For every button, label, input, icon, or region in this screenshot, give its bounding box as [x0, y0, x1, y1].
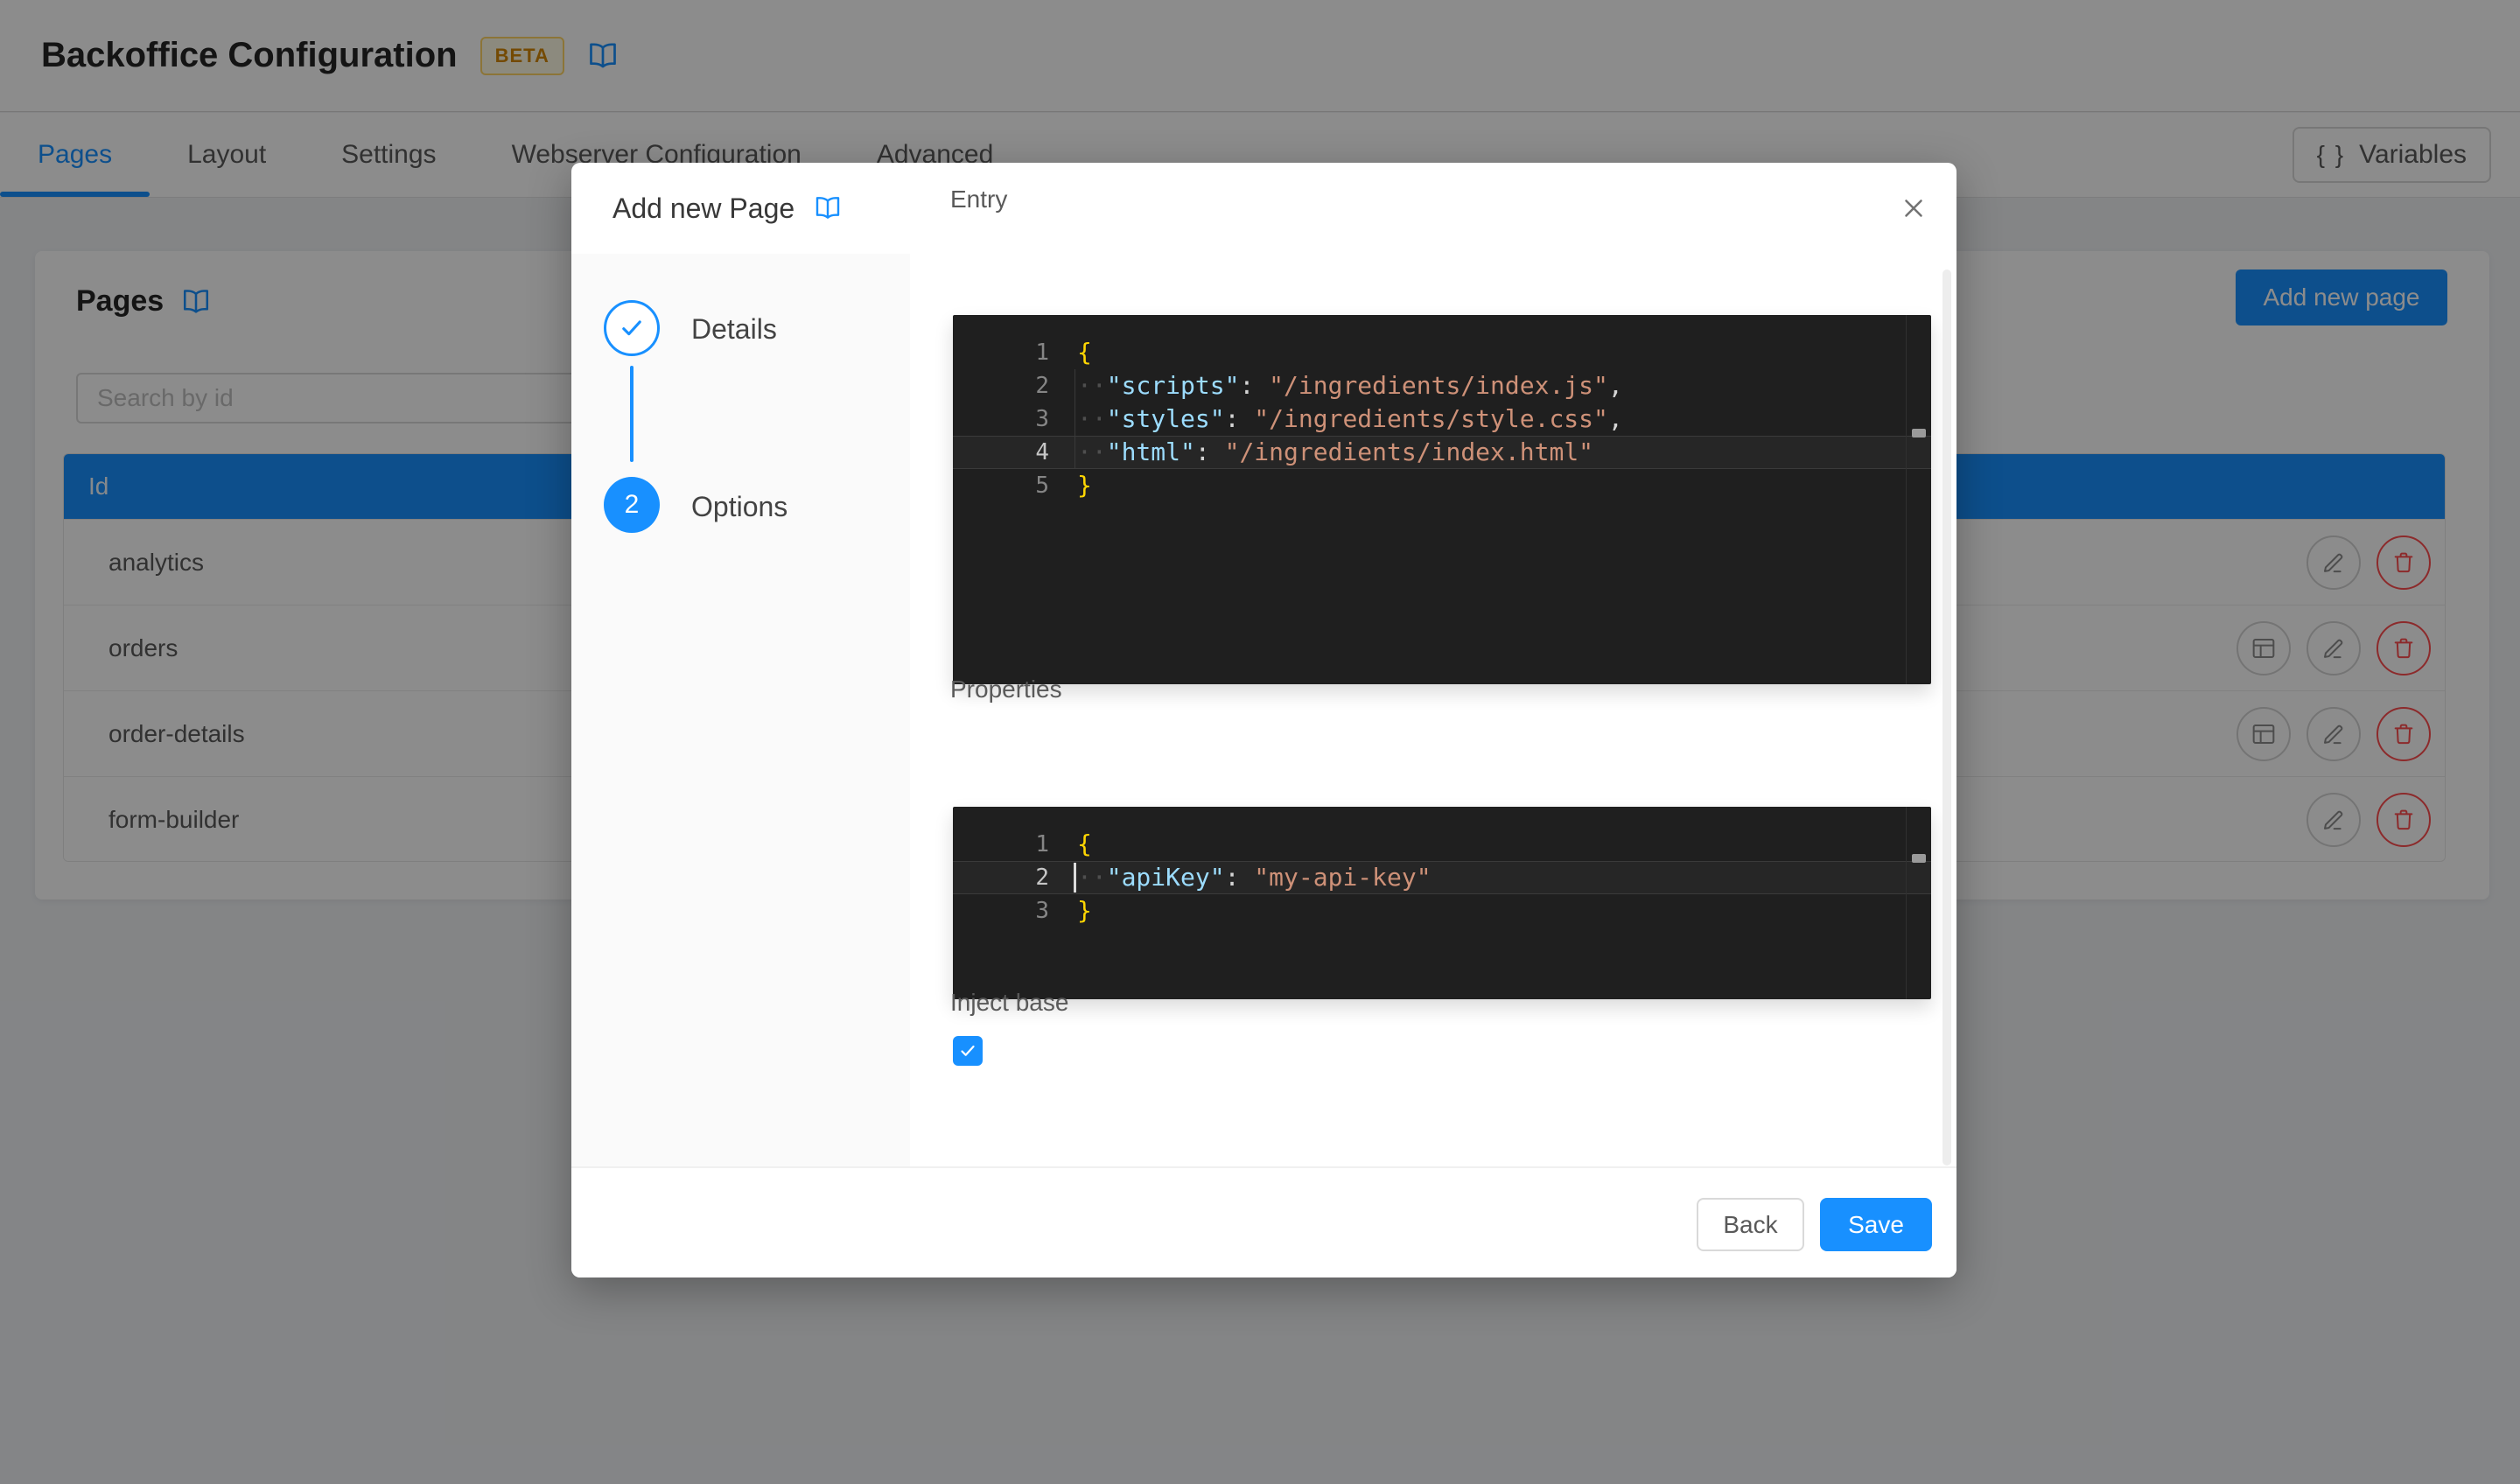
code-line: 1{: [953, 336, 1931, 369]
check-icon: [617, 313, 647, 343]
code-line: 4··"html": "/ingredients/index.html": [953, 436, 1931, 469]
modal-scrollbar[interactable]: [1942, 270, 1951, 1166]
line-number: 1: [953, 828, 1049, 861]
step-details-circle[interactable]: [604, 300, 660, 356]
scrollbar-marker: [1912, 429, 1926, 438]
step-connector-line: [630, 366, 634, 462]
modal-footer: Back Save: [571, 1166, 1956, 1278]
code-line: 3}: [953, 894, 1931, 928]
line-number: 3: [953, 894, 1049, 928]
code-lines: 1{2··"scripts": "/ingredients/index.js",…: [953, 336, 1931, 502]
modal-steps-sidebar: Details 2 Options: [571, 254, 910, 1166]
save-button[interactable]: Save: [1820, 1198, 1932, 1251]
code-line: 3··"styles": "/ingredients/style.css",: [953, 402, 1931, 436]
line-number: 2: [953, 369, 1049, 402]
line-number: 1: [953, 336, 1049, 369]
modal-title: Add new Page: [612, 192, 794, 225]
step-options-circle[interactable]: 2: [604, 477, 660, 533]
indent-guide: [1074, 369, 1075, 469]
properties-code-editor[interactable]: 1{2··"apiKey": "my-api-key"3}: [953, 807, 1931, 999]
entry-code-editor[interactable]: 1{2··"scripts": "/ingredients/index.js",…: [953, 315, 1931, 684]
code-line: 2··"apiKey": "my-api-key": [953, 861, 1931, 894]
code-lines: 1{2··"apiKey": "my-api-key"3}: [953, 828, 1931, 928]
line-number: 3: [953, 402, 1049, 436]
close-icon: [1899, 193, 1928, 223]
step-options-label[interactable]: Options: [691, 491, 788, 523]
properties-label: Properties: [950, 676, 1062, 704]
inject-base-checkbox[interactable]: [953, 1036, 983, 1066]
check-icon: [957, 1040, 978, 1061]
line-number: 4: [953, 436, 1049, 469]
line-number: 2: [953, 861, 1049, 894]
text-cursor: [1074, 863, 1076, 892]
close-button[interactable]: [1895, 190, 1932, 227]
modal-header: Add new Page: [571, 163, 1956, 254]
entry-label: Entry: [950, 186, 1007, 214]
step-details-label[interactable]: Details: [691, 313, 777, 346]
line-number: 5: [953, 469, 1049, 502]
code-line: 5}: [953, 469, 1931, 502]
back-button[interactable]: Back: [1697, 1198, 1804, 1251]
add-new-page-modal: Add new Page Details 2 Options Entry 1{2…: [571, 163, 1956, 1278]
scrollbar-marker: [1912, 854, 1926, 863]
book-icon[interactable]: [814, 194, 842, 222]
backoffice-page: Backoffice Configuration BETA PagesLayou…: [0, 0, 2520, 1484]
code-line: 1{: [953, 828, 1931, 861]
inject-base-label: Inject base: [950, 989, 1068, 1017]
code-line: 2··"scripts": "/ingredients/index.js",: [953, 369, 1931, 402]
